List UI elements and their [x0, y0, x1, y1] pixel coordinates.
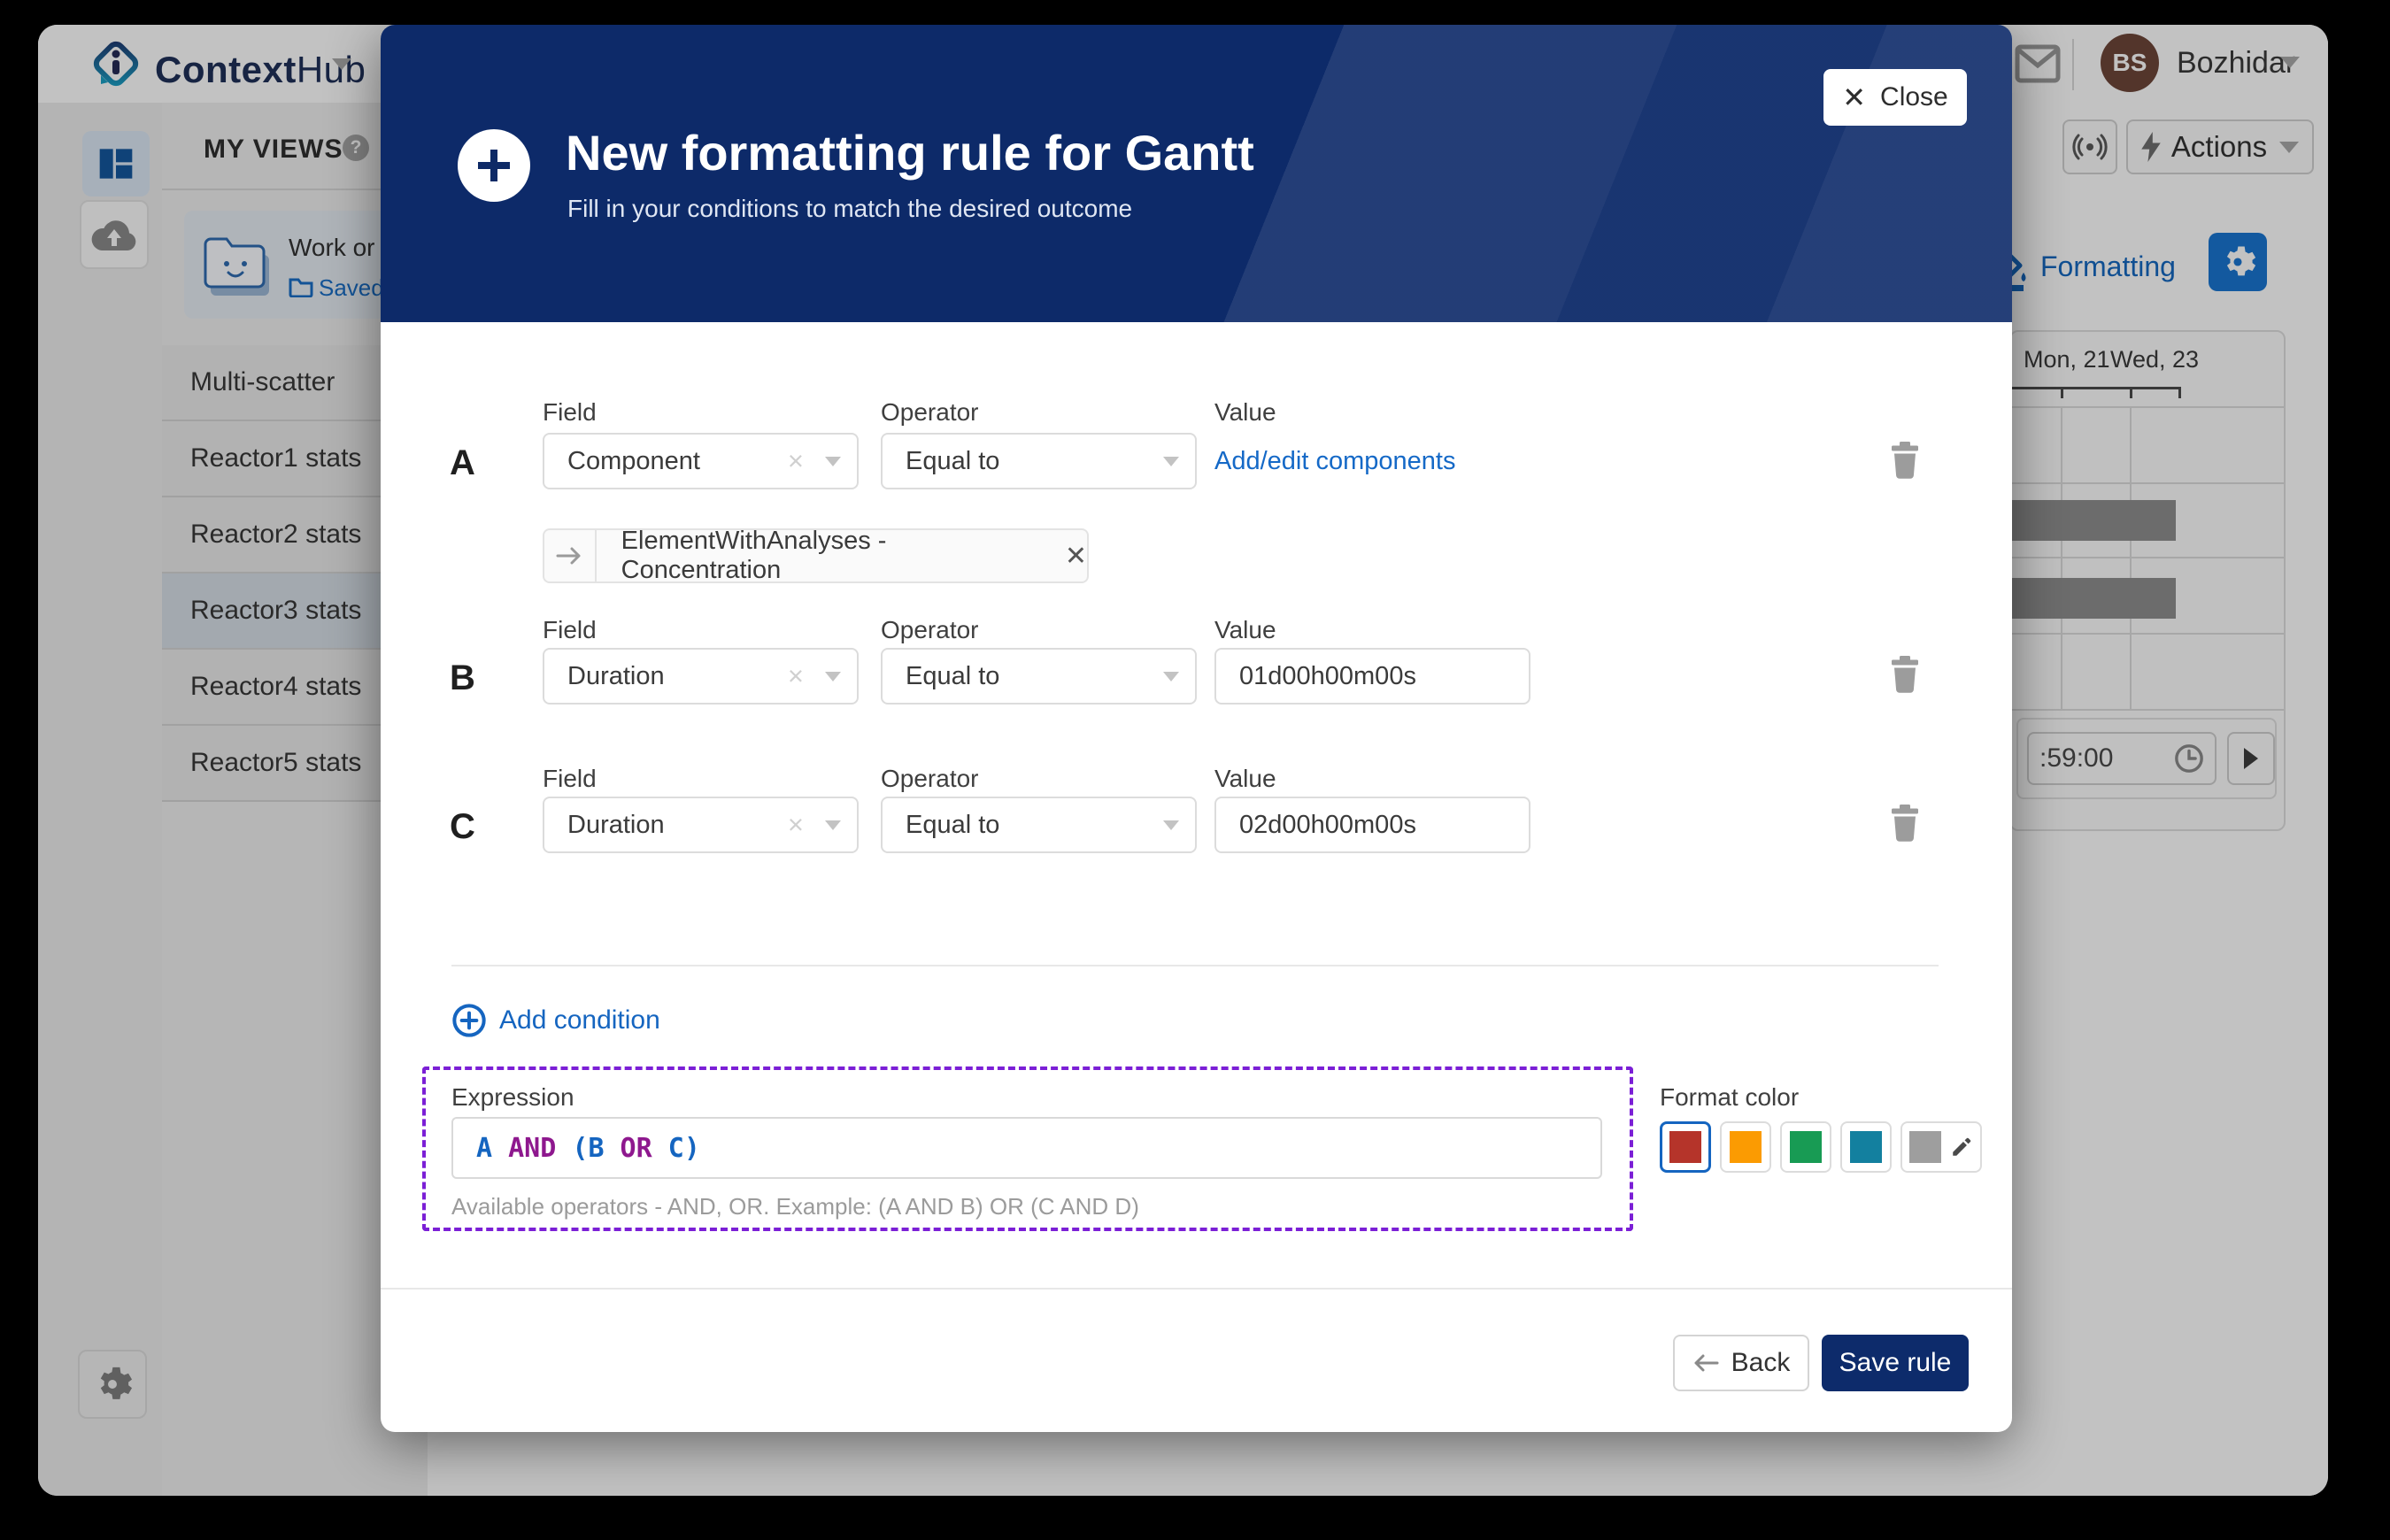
- close-label: Close: [1880, 82, 1948, 112]
- field-select-value: Duration: [567, 662, 788, 691]
- arrow-right-icon: [556, 545, 582, 566]
- swatch-fill: [1790, 1131, 1822, 1163]
- swatch-fill: [1730, 1131, 1762, 1163]
- select-caret-icon: [1163, 457, 1179, 466]
- color-swatch-custom[interactable]: [1900, 1121, 1982, 1173]
- delete-condition-button[interactable]: [1885, 651, 1924, 697]
- expression-input[interactable]: A AND (B OR C): [451, 1117, 1602, 1179]
- select-caret-icon: [1163, 672, 1179, 681]
- modal-title: New formatting rule for Gantt: [566, 124, 1254, 181]
- operator-label: Operator: [881, 616, 979, 644]
- operator-select-value: Equal to: [906, 811, 1163, 840]
- condition-letter: A: [450, 443, 475, 483]
- condition-letter: B: [450, 658, 475, 698]
- plus-badge-icon: [458, 129, 530, 202]
- add-condition-button[interactable]: Add condition: [451, 1003, 660, 1038]
- value-input[interactable]: 01d00h00m00s: [1214, 648, 1530, 705]
- chip-remove-icon[interactable]: ✕: [1065, 541, 1087, 572]
- field-select-value: Duration: [567, 811, 788, 840]
- back-button[interactable]: Back: [1673, 1335, 1809, 1391]
- color-swatch-green[interactable]: [1780, 1121, 1831, 1173]
- close-button[interactable]: ✕ Close: [1823, 69, 1967, 126]
- trash-icon: [1889, 441, 1921, 480]
- circle-plus-icon: [451, 1003, 487, 1038]
- value-label: Value: [1214, 398, 1276, 427]
- value-input[interactable]: 02d00h00m00s: [1214, 797, 1530, 853]
- format-color-label: Format color: [1660, 1083, 1799, 1112]
- expression-value: A AND (B OR C): [476, 1133, 700, 1164]
- trash-icon: [1889, 655, 1921, 694]
- field-label: Field: [543, 765, 597, 793]
- field-select[interactable]: Duration ×: [543, 648, 859, 705]
- modal-subtitle: Fill in your conditions to match the des…: [567, 195, 1132, 223]
- clear-icon[interactable]: ×: [788, 445, 804, 477]
- delete-condition-button[interactable]: [1885, 437, 1924, 483]
- footer-divider: [381, 1288, 2012, 1290]
- pencil-icon: [1950, 1136, 1973, 1159]
- close-icon: ✕: [1842, 81, 1866, 114]
- value-label: Value: [1214, 765, 1276, 793]
- operator-label: Operator: [881, 765, 979, 793]
- operator-select[interactable]: Equal to: [881, 433, 1197, 489]
- color-swatch-orange[interactable]: [1720, 1121, 1771, 1173]
- chip-arrow-segment: [544, 530, 597, 581]
- field-select[interactable]: Duration ×: [543, 797, 859, 853]
- swatch-fill: [1669, 1131, 1701, 1163]
- color-swatch-teal[interactable]: [1840, 1121, 1892, 1173]
- operator-select-value: Equal to: [906, 662, 1163, 691]
- value-label: Value: [1214, 616, 1276, 644]
- formatting-rule-modal: New formatting rule for Gantt Fill in yo…: [381, 25, 2012, 1432]
- section-divider: [451, 965, 1939, 966]
- clear-icon[interactable]: ×: [788, 809, 804, 841]
- select-caret-icon: [825, 672, 841, 681]
- expression-hint: Available operators - AND, OR. Example: …: [451, 1193, 1139, 1220]
- operator-select-value: Equal to: [906, 447, 1163, 476]
- modal-header: New formatting rule for Gantt Fill in yo…: [381, 25, 2012, 322]
- field-label: Field: [543, 398, 597, 427]
- delete-condition-button[interactable]: [1885, 800, 1924, 846]
- trash-icon: [1889, 804, 1921, 843]
- clear-icon[interactable]: ×: [788, 660, 804, 692]
- operator-select[interactable]: Equal to: [881, 797, 1197, 853]
- field-select-value: Component: [567, 447, 788, 476]
- condition-letter: C: [450, 807, 475, 847]
- swatch-fill: [1850, 1131, 1882, 1163]
- field-select[interactable]: Component ×: [543, 433, 859, 489]
- color-swatch-red[interactable]: [1660, 1121, 1711, 1173]
- chip-label: ElementWithAnalyses - Concentration: [621, 527, 1044, 585]
- expression-label: Expression: [451, 1083, 574, 1112]
- component-chip: ElementWithAnalyses - Concentration ✕: [543, 528, 1089, 583]
- back-label: Back: [1731, 1348, 1791, 1378]
- arrow-left-icon: [1692, 1352, 1719, 1374]
- operator-select[interactable]: Equal to: [881, 648, 1197, 705]
- swatch-fill: [1909, 1131, 1941, 1163]
- add-edit-components-link[interactable]: Add/edit components: [1214, 447, 1455, 476]
- select-caret-icon: [825, 457, 841, 466]
- select-caret-icon: [1163, 820, 1179, 830]
- save-rule-label: Save rule: [1839, 1348, 1952, 1378]
- operator-label: Operator: [881, 398, 979, 427]
- field-label: Field: [543, 616, 597, 644]
- select-caret-icon: [825, 820, 841, 830]
- add-condition-label: Add condition: [499, 1005, 660, 1036]
- save-rule-button[interactable]: Save rule: [1822, 1335, 1969, 1391]
